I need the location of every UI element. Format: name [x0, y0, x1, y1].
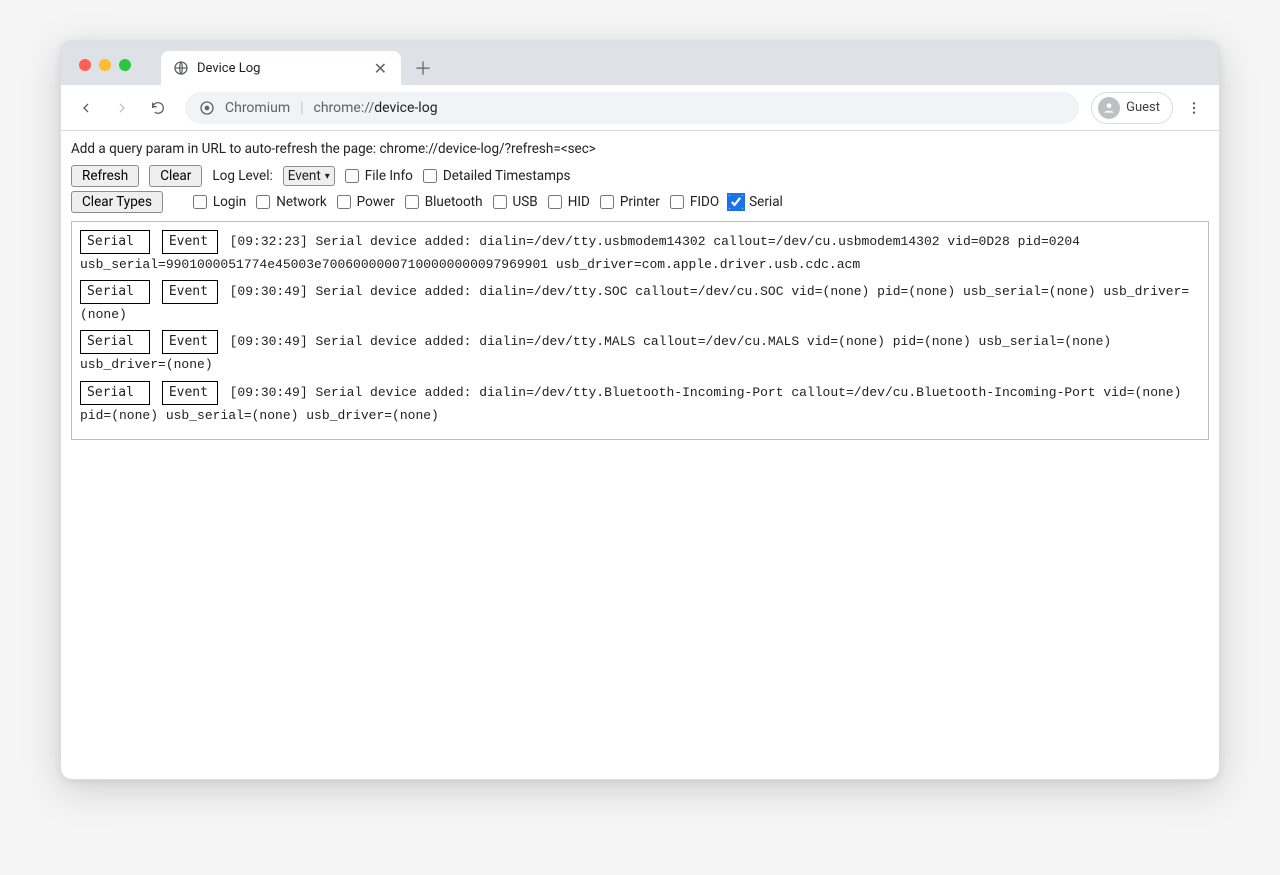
type-power[interactable]: Power: [337, 194, 395, 210]
type-usb[interactable]: USB: [493, 194, 538, 210]
printer-checkbox[interactable]: [600, 195, 614, 209]
log-entry: Serial Event [09:30:49] Serial device ad…: [80, 280, 1200, 326]
globe-icon: [173, 60, 189, 76]
fido-checkbox[interactable]: [670, 195, 684, 209]
controls-row-1: Refresh Clear Log Level: Event ▾ File In…: [71, 165, 1209, 187]
refresh-hint: Add a query param in URL to auto-refresh…: [71, 141, 1209, 157]
hid-checkbox[interactable]: [548, 195, 562, 209]
controls-row-2: Clear Types Login Network Power Bluetoot…: [71, 191, 1209, 213]
serial-checkbox[interactable]: [729, 195, 743, 209]
forward-button[interactable]: [107, 93, 137, 123]
loglevel-select[interactable]: Event ▾: [283, 166, 335, 186]
type-network[interactable]: Network: [256, 194, 326, 210]
log-entry: Serial Event [09:30:49] Serial device ad…: [80, 330, 1200, 376]
profile-chip[interactable]: Guest: [1091, 92, 1173, 124]
type-bluetooth[interactable]: Bluetooth: [405, 194, 483, 210]
type-hid[interactable]: HID: [548, 194, 590, 210]
omnibox-separator: |: [300, 100, 303, 116]
type-login[interactable]: Login: [193, 194, 246, 210]
window-controls: [69, 59, 141, 85]
fileinfo-checkbox-label[interactable]: File Info: [345, 168, 413, 184]
browser-toolbar: Chromium | chrome://device-log Guest: [61, 85, 1219, 131]
log-type-tag: Serial: [80, 230, 150, 254]
refresh-button[interactable]: Refresh: [71, 165, 139, 187]
log-time: [09:32:23]: [230, 234, 308, 249]
type-serial[interactable]: Serial: [729, 194, 783, 210]
log-level-tag: Event: [162, 330, 218, 354]
log-entry: Serial Event [09:30:49] Serial device ad…: [80, 381, 1200, 427]
chromium-icon: [199, 100, 215, 116]
log-time: [09:30:49]: [230, 334, 308, 349]
log-entry: Serial Event [09:32:23] Serial device ad…: [80, 230, 1200, 276]
log-time: [09:30:49]: [230, 284, 308, 299]
clear-button[interactable]: Clear: [149, 165, 202, 187]
omnibox-url: chrome://device-log: [314, 100, 438, 116]
log-level-tag: Event: [162, 381, 218, 405]
window-minimize-button[interactable]: [99, 59, 111, 71]
chevron-down-icon: ▾: [325, 171, 330, 182]
log-time: [09:30:49]: [230, 385, 308, 400]
menu-button[interactable]: [1179, 93, 1209, 123]
log-level-tag: Event: [162, 230, 218, 254]
login-checkbox[interactable]: [193, 195, 207, 209]
fileinfo-checkbox[interactable]: [345, 169, 359, 183]
log-type-tag: Serial: [80, 330, 150, 354]
network-checkbox[interactable]: [256, 195, 270, 209]
loglevel-value: Event: [288, 168, 321, 184]
back-button[interactable]: [71, 93, 101, 123]
type-printer[interactable]: Printer: [600, 194, 660, 210]
type-fido[interactable]: FIDO: [670, 194, 719, 210]
reload-button[interactable]: [143, 93, 173, 123]
log-level-tag: Event: [162, 280, 218, 304]
address-bar[interactable]: Chromium | chrome://device-log: [185, 92, 1079, 124]
browser-window: Device Log ✕ ＋ Chromium | chrome://devic…: [60, 40, 1220, 780]
omnibox-scheme: Chromium: [225, 100, 290, 116]
new-tab-button[interactable]: ＋: [409, 54, 437, 82]
log-type-tag: Serial: [80, 280, 150, 304]
tab-close-button[interactable]: ✕: [372, 57, 389, 80]
avatar-icon: [1098, 97, 1120, 119]
log-panel: Serial Event [09:32:23] Serial device ad…: [71, 221, 1209, 440]
window-close-button[interactable]: [79, 59, 91, 71]
window-maximize-button[interactable]: [119, 59, 131, 71]
clear-types-button[interactable]: Clear Types: [71, 191, 163, 213]
page-content: Add a query param in URL to auto-refresh…: [61, 131, 1219, 779]
power-checkbox[interactable]: [337, 195, 351, 209]
browser-tab[interactable]: Device Log ✕: [161, 51, 401, 85]
bluetooth-checkbox[interactable]: [405, 195, 419, 209]
tab-title: Device Log: [197, 61, 364, 76]
usb-checkbox[interactable]: [493, 195, 507, 209]
tab-strip: Device Log ✕ ＋: [61, 41, 1219, 85]
loglevel-label: Log Level:: [212, 168, 272, 184]
detailed-timestamps-checkbox-label[interactable]: Detailed Timestamps: [423, 168, 571, 184]
profile-label: Guest: [1126, 100, 1160, 115]
log-type-tag: Serial: [80, 381, 150, 405]
detailed-timestamps-checkbox[interactable]: [423, 169, 437, 183]
